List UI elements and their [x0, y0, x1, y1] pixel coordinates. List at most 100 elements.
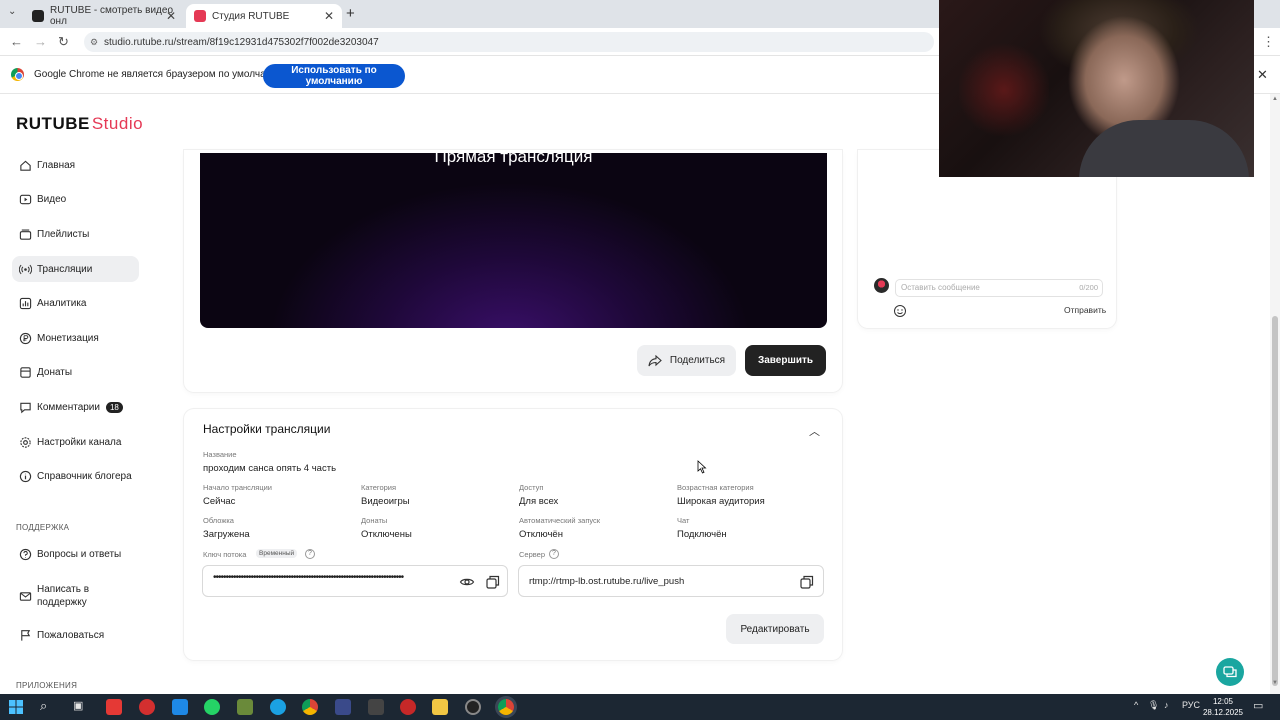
file-explorer-icon[interactable]	[432, 699, 448, 715]
clock-time: 12:05	[1212, 697, 1234, 706]
microphone-icon[interactable]: 🎙	[1148, 700, 1159, 711]
tray-overflow-icon[interactable]: ^	[1134, 700, 1138, 710]
chat-message-input[interactable]: Оставить сообщение 0/200	[895, 279, 1103, 297]
finish-stream-button[interactable]: Завершить	[745, 345, 826, 376]
volume-icon[interactable]: ♪	[1164, 700, 1169, 710]
age-label: Возрастная категория	[677, 483, 754, 492]
reload-icon[interactable]: ↻	[58, 34, 69, 50]
close-tab-icon[interactable]: ✕	[166, 9, 176, 23]
sidebar-item-label: Вопросы и ответы	[37, 548, 122, 560]
emoji-icon[interactable]	[893, 304, 907, 318]
tab-search-icon[interactable]: ⌄	[8, 6, 16, 17]
chrome-active-icon[interactable]	[498, 699, 514, 715]
stream-key-field[interactable]: ••••••••••••••••••••••••••••••••••••••••…	[202, 565, 508, 597]
url-text: studio.rutube.ru/stream/8f19c12931d47530…	[104, 36, 379, 48]
name-label: Название	[203, 450, 237, 459]
opera-icon[interactable]	[400, 699, 416, 715]
money-icon	[18, 331, 32, 345]
sidebar-item-donations[interactable]: Донаты	[12, 359, 139, 385]
sidebar-item-comments[interactable]: Комментарии 18	[12, 394, 139, 420]
share-button[interactable]: Поделиться	[637, 345, 736, 376]
whatsapp-icon[interactable]	[204, 699, 220, 715]
new-tab-icon[interactable]: +	[346, 5, 355, 22]
chat-send-button[interactable]: Отправить	[1064, 305, 1106, 315]
broadcast-icon	[18, 262, 32, 276]
yandex-icon[interactable]	[139, 699, 155, 715]
clock-date: 28.12.2025	[1202, 708, 1244, 717]
category-label: Категория	[361, 483, 397, 492]
chrome-icon[interactable]	[302, 699, 318, 715]
tab-title: RUTUBE - смотреть видео онл	[50, 5, 174, 27]
preview-title: Прямая трансляция	[434, 153, 593, 166]
chat-value: Подключён	[677, 529, 727, 540]
yandex-browser-icon[interactable]	[106, 699, 122, 715]
access-label: Доступ	[519, 483, 544, 492]
apps-heading: ПРИЛОЖЕНИЯ	[16, 681, 78, 690]
sidebar-item-label: Плейлисты	[37, 228, 90, 240]
back-icon[interactable]: ←	[10, 34, 23, 49]
language-indicator[interactable]: РУС	[1182, 700, 1200, 710]
sidebar-item-label: Аналитика	[37, 297, 87, 309]
sidebar-item-analytics[interactable]: Аналитика	[12, 290, 139, 316]
server-url-field[interactable]: rtmp://rtmp-lb.ost.rutube.ru/live_push	[518, 565, 824, 597]
sidebar-item-monetization[interactable]: Монетизация	[12, 325, 139, 351]
taskbar-clock[interactable]: 12:05 28.12.2025	[1200, 696, 1246, 718]
home-icon	[18, 158, 32, 172]
game-launcher-icon[interactable]	[335, 699, 351, 715]
scrollbar-thumb[interactable]	[1272, 316, 1278, 686]
support-chat-button[interactable]	[1216, 658, 1244, 686]
notifications-icon[interactable]: ▭	[1253, 699, 1263, 712]
copy-key-icon[interactable]	[485, 574, 501, 590]
windows-start-icon[interactable]	[9, 700, 23, 714]
page-scrollbar[interactable]	[1270, 94, 1280, 694]
url-field[interactable]: ⚙ studio.rutube.ru/stream/8f19c12931d475…	[84, 32, 934, 52]
minecraft-icon[interactable]	[237, 699, 253, 715]
rutube-favicon-icon	[32, 10, 44, 22]
donations-value: Отключены	[361, 529, 412, 540]
server-help-icon[interactable]: ?	[549, 549, 559, 559]
webcam-person	[1079, 120, 1249, 177]
logo-main: RUTUBE	[16, 114, 90, 133]
donate-icon	[18, 365, 32, 379]
access-value: Для всех	[519, 496, 559, 507]
sidebar-item-contact-support[interactable]: Написать в поддержку	[12, 581, 139, 611]
edit-settings-button[interactable]: Редактировать	[726, 614, 824, 644]
search-icon[interactable]: ⌕	[40, 698, 47, 714]
browser-tab-studio[interactable]: Студия RUTUBE ✕	[186, 4, 342, 28]
sidebar-item-video[interactable]: Видео	[12, 186, 139, 212]
task-view-icon[interactable]: ▣	[73, 699, 83, 712]
close-infobar-icon[interactable]: ✕	[1257, 67, 1268, 83]
sidebar-item-home[interactable]: Главная	[12, 152, 139, 178]
obs-icon[interactable]	[465, 699, 481, 715]
sidebar-item-report[interactable]: Пожаловаться	[12, 622, 139, 648]
scroll-down-icon[interactable]: ▼	[1272, 680, 1278, 686]
copy-server-icon[interactable]	[799, 574, 815, 590]
tank-game-icon[interactable]	[368, 699, 384, 715]
browser-menu-icon[interactable]: ⋮	[1262, 34, 1275, 50]
show-key-eye-icon[interactable]	[459, 574, 475, 590]
close-tab-icon[interactable]: ✕	[324, 9, 334, 23]
sidebar-item-blogger-guide[interactable]: Справочник блогера	[12, 463, 139, 489]
forward-icon[interactable]: →	[34, 34, 47, 49]
sidebar-item-streams[interactable]: Трансляции	[12, 256, 139, 282]
app-store-icon[interactable]	[172, 699, 188, 715]
key-help-icon[interactable]: ?	[305, 549, 315, 559]
settings-title: Настройки трансляции	[203, 422, 331, 436]
browser-tab-rutube[interactable]: RUTUBE - смотреть видео онл ✕	[24, 4, 184, 28]
set-default-button[interactable]: Использовать по умолчанию	[263, 64, 405, 88]
collapse-chevron-icon[interactable]: ︿	[809, 423, 820, 439]
comment-icon	[18, 400, 32, 414]
sidebar-item-channel-settings[interactable]: Настройки канала	[12, 429, 139, 455]
scroll-up-icon[interactable]: ▲	[1272, 96, 1278, 102]
sidebar-item-label: Пожаловаться	[37, 629, 105, 641]
rutube-studio-logo[interactable]: RUTUBE Studio	[16, 114, 143, 134]
server-url-value: rtmp://rtmp-lb.ost.rutube.ru/live_push	[529, 576, 685, 587]
mail-icon	[18, 589, 32, 603]
edge-icon[interactable]	[270, 699, 286, 715]
autostart-label: Автоматический запуск	[519, 516, 601, 525]
sidebar-item-faq[interactable]: Вопросы и ответы	[12, 541, 139, 567]
tab-title: Студия RUTUBE	[212, 10, 290, 22]
support-heading: ПОДДЕРЖКА	[16, 523, 70, 532]
site-info-icon[interactable]: ⚙	[90, 37, 98, 48]
sidebar-item-playlists[interactable]: Плейлисты	[12, 221, 139, 247]
